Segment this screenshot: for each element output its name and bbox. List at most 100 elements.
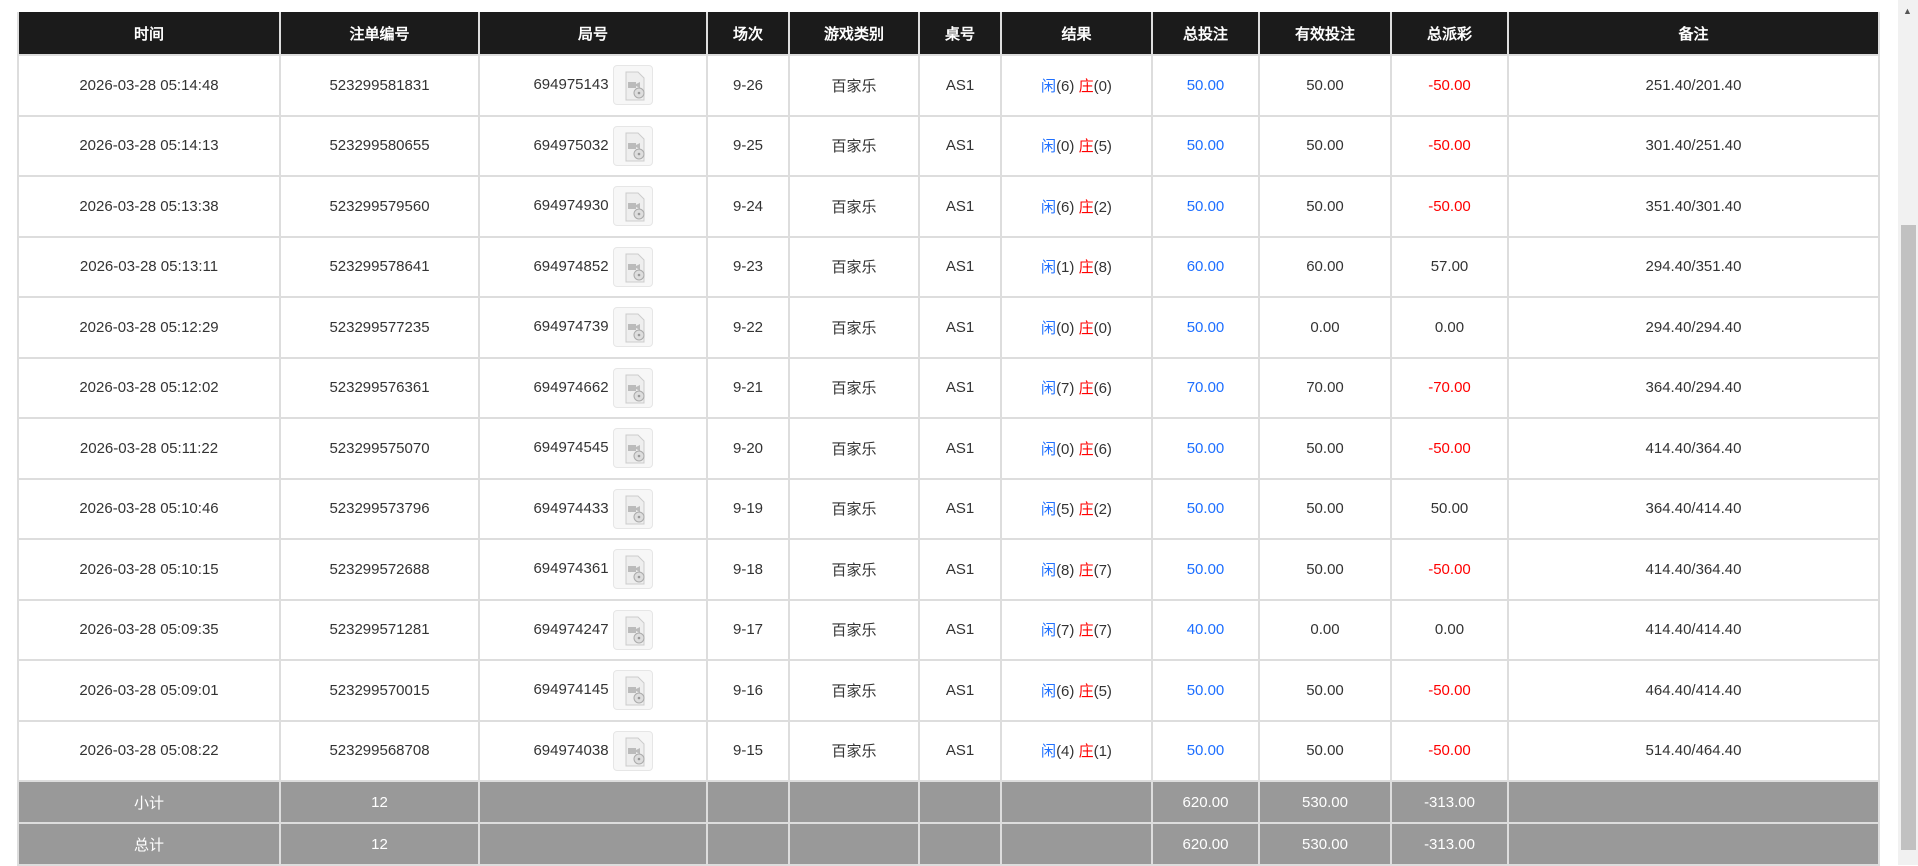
video-replay-icon[interactable] xyxy=(612,246,653,287)
header-game-type: 游戏类别 xyxy=(788,12,920,56)
cell-round-id: 694974662 xyxy=(478,356,708,419)
cell-note: 364.40/414.40 xyxy=(1507,477,1880,540)
cell-total-payout: -70.00 xyxy=(1390,356,1509,419)
table-header-row: 时间 注单编号 局号 场次 游戏类别 桌号 结果 总投注 有效投注 总派彩 备注 xyxy=(17,12,1880,56)
cell-order-id: 523299577235 xyxy=(279,296,480,359)
round-id-text: 694974739 xyxy=(533,318,609,336)
cell-round-id: 694974145 xyxy=(478,659,708,722)
player-label: 闲 xyxy=(1041,561,1057,579)
header-valid-bet: 有效投注 xyxy=(1258,12,1392,56)
cell-result: 闲(0) 庄(6) xyxy=(1000,417,1153,480)
banker-score: (0) xyxy=(1093,319,1112,337)
video-replay-icon[interactable] xyxy=(612,186,653,227)
cell-total-payout: -50.00 xyxy=(1390,659,1509,722)
video-replay-icon[interactable] xyxy=(612,549,653,590)
player-label: 闲 xyxy=(1041,259,1057,277)
cell-table-no: AS1 xyxy=(918,175,1002,238)
bet-records-table: 时间 注单编号 局号 场次 游戏类别 桌号 结果 总投注 有效投注 总派彩 备注 2026-03-2… xyxy=(17,12,1880,866)
video-replay-icon[interactable] xyxy=(612,730,653,771)
cell-result: 闲(4) 庄(1) xyxy=(1000,719,1153,782)
cell-total-payout: -50.00 xyxy=(1390,175,1509,238)
cell-valid-bet: 50.00 xyxy=(1258,659,1392,722)
cell-result: 闲(5) 庄(2) xyxy=(1000,477,1153,540)
cell-round-id: 694974361 xyxy=(478,538,708,601)
player-score: (6) xyxy=(1056,682,1075,700)
cell-total-payout: -50.00 xyxy=(1390,417,1509,480)
cell-order-id: 523299573796 xyxy=(279,477,480,540)
cell-total-payout: 57.00 xyxy=(1390,235,1509,298)
banker-score: (0) xyxy=(1093,77,1112,95)
player-score: (0) xyxy=(1056,138,1075,156)
cell-total-bet: 70.00 xyxy=(1151,356,1260,419)
cell-shoe: 9-16 xyxy=(706,659,790,722)
cell-note: 464.40/414.40 xyxy=(1507,659,1880,722)
round-id-text: 694974852 xyxy=(533,257,609,275)
video-replay-icon[interactable] xyxy=(612,428,653,469)
cell-round-id: 694974852 xyxy=(478,235,708,298)
summary-payout: -313.00 xyxy=(1390,780,1509,824)
cell-valid-bet: 50.00 xyxy=(1258,114,1392,177)
banker-score: (6) xyxy=(1093,440,1112,458)
cell-order-id: 523299575070 xyxy=(279,417,480,480)
round-id-text: 694974361 xyxy=(533,560,609,578)
cell-total-payout: 50.00 xyxy=(1390,477,1509,540)
round-id-text: 694974038 xyxy=(533,741,609,759)
player-score: (6) xyxy=(1056,198,1075,216)
video-replay-icon[interactable] xyxy=(612,367,653,408)
cell-total-bet: 50.00 xyxy=(1151,175,1260,238)
cell-table-no: AS1 xyxy=(918,417,1002,480)
cell-total-payout: -50.00 xyxy=(1390,54,1509,117)
summary-label: 小计 xyxy=(17,780,281,824)
cell-order-id: 523299570015 xyxy=(279,659,480,722)
banker-label: 庄 xyxy=(1078,319,1094,337)
banker-score: (1) xyxy=(1093,743,1112,761)
banker-label: 庄 xyxy=(1078,77,1094,95)
cell-total-bet: 50.00 xyxy=(1151,54,1260,117)
cell-total-bet: 50.00 xyxy=(1151,477,1260,540)
cell-note: 414.40/364.40 xyxy=(1507,417,1880,480)
bet-records-table-container: 时间 注单编号 局号 场次 游戏类别 桌号 结果 总投注 有效投注 总派彩 备注 2026-03-2… xyxy=(17,12,1880,866)
video-replay-icon[interactable] xyxy=(612,307,653,348)
vertical-scrollbar[interactable]: ▲ xyxy=(1898,0,1918,865)
banker-label: 庄 xyxy=(1078,501,1094,519)
cell-shoe: 9-22 xyxy=(706,296,790,359)
player-label: 闲 xyxy=(1041,198,1057,216)
video-replay-icon[interactable] xyxy=(612,609,653,650)
cell-result: 闲(6) 庄(0) xyxy=(1000,54,1153,117)
cell-order-id: 523299572688 xyxy=(279,538,480,601)
player-score: (1) xyxy=(1056,259,1075,277)
cell-table-no: AS1 xyxy=(918,296,1002,359)
cell-order-id: 523299581831 xyxy=(279,54,480,117)
player-score: (0) xyxy=(1056,440,1075,458)
cell-order-id: 523299571281 xyxy=(279,598,480,661)
banker-label: 庄 xyxy=(1078,622,1094,640)
banker-score: (5) xyxy=(1093,138,1112,156)
cell-table-no: AS1 xyxy=(918,538,1002,601)
cell-round-id: 694975032 xyxy=(478,114,708,177)
cell-total-bet: 50.00 xyxy=(1151,538,1260,601)
cell-total-bet: 50.00 xyxy=(1151,417,1260,480)
cell-total-bet: 50.00 xyxy=(1151,659,1260,722)
video-replay-icon[interactable] xyxy=(612,65,653,106)
table-row: 2026-03-28 05:08:22 523299568708 6949740… xyxy=(17,719,1880,782)
cell-game-type: 百家乐 xyxy=(788,356,920,419)
video-replay-icon[interactable] xyxy=(612,488,653,529)
scrollbar-thumb[interactable] xyxy=(1901,225,1916,850)
video-replay-icon[interactable] xyxy=(612,125,653,166)
cell-table-no: AS1 xyxy=(918,659,1002,722)
banker-score: (2) xyxy=(1093,198,1112,216)
cell-result: 闲(1) 庄(8) xyxy=(1000,235,1153,298)
cell-time: 2026-03-28 05:14:13 xyxy=(17,114,281,177)
cell-table-no: AS1 xyxy=(918,356,1002,419)
cell-result: 闲(6) 庄(2) xyxy=(1000,175,1153,238)
cell-shoe: 9-17 xyxy=(706,598,790,661)
banker-score: (5) xyxy=(1093,682,1112,700)
video-replay-icon[interactable] xyxy=(612,670,653,711)
cell-game-type: 百家乐 xyxy=(788,538,920,601)
banker-score: (7) xyxy=(1093,561,1112,579)
cell-order-id: 523299568708 xyxy=(279,719,480,782)
player-label: 闲 xyxy=(1041,319,1057,337)
player-score: (7) xyxy=(1056,380,1075,398)
cell-shoe: 9-15 xyxy=(706,719,790,782)
scroll-up-arrow-icon[interactable]: ▲ xyxy=(1903,6,1912,16)
